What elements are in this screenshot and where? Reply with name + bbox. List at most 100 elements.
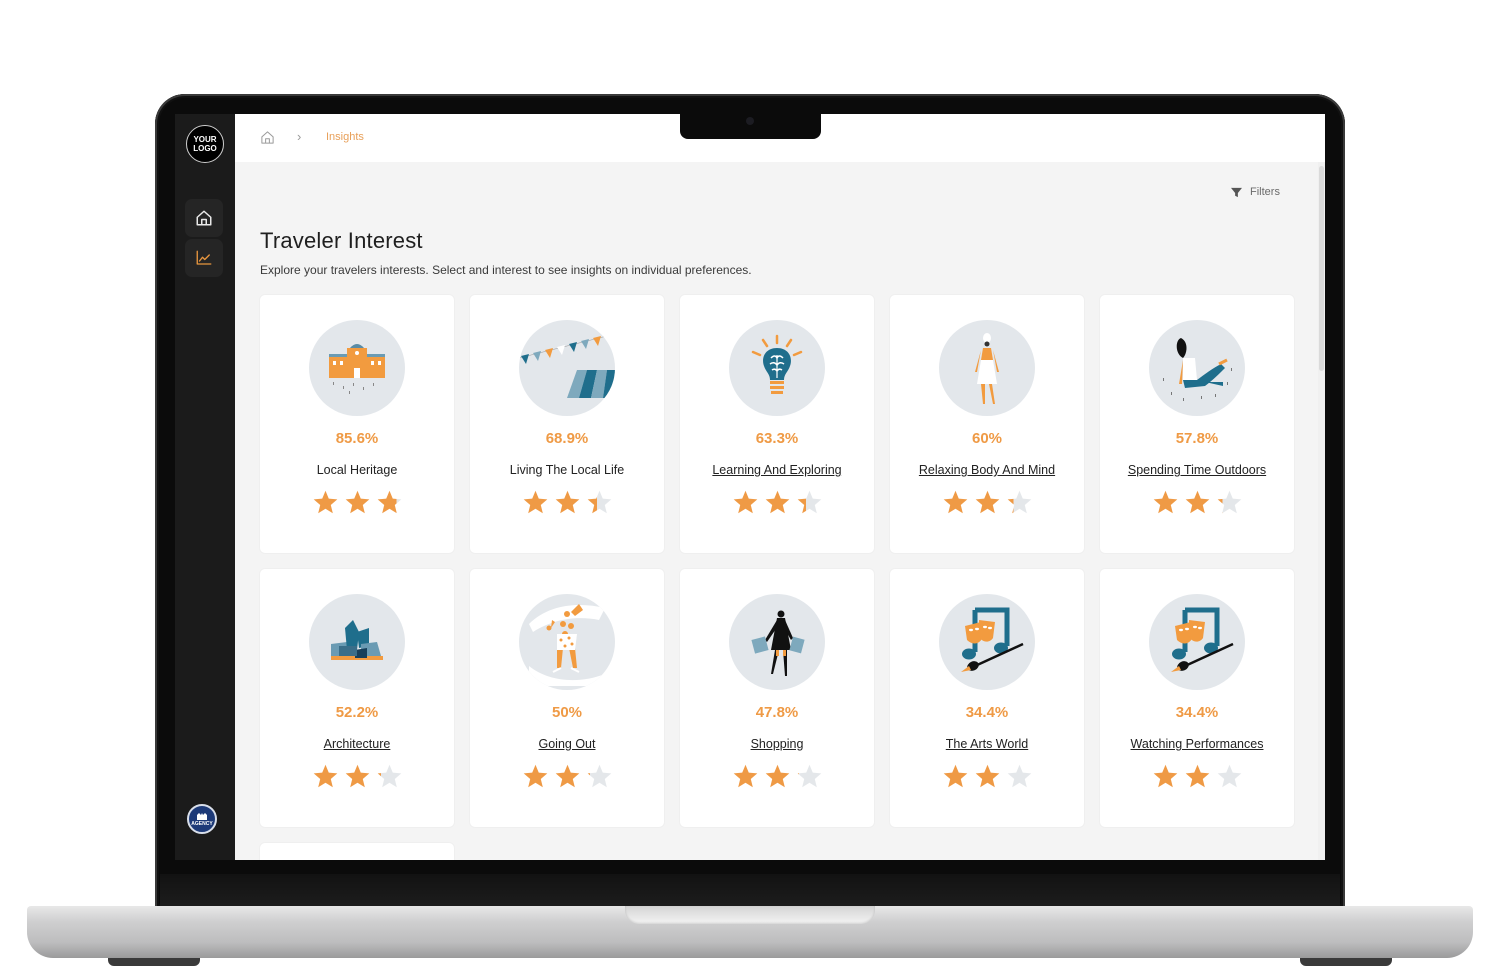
star-icon (523, 490, 547, 514)
arts-masks-music-icon (939, 594, 1035, 690)
interest-card[interactable]: 34.4% The Arts World (890, 569, 1084, 827)
star-icon (1185, 490, 1209, 514)
star-icon (555, 764, 579, 788)
star-icon (797, 764, 821, 788)
market-bunting-icon (519, 320, 615, 416)
funnel-icon (1231, 187, 1242, 197)
star-icon (1007, 764, 1031, 788)
home-icon (261, 131, 274, 144)
interest-card[interactable]: 34.4% Watching Performances (1100, 569, 1294, 827)
interest-label[interactable]: Shopping (707, 735, 847, 753)
interest-label: Living The Local Life (509, 463, 625, 477)
breadcrumb-current[interactable]: Insights (326, 131, 364, 143)
star-rating (732, 489, 823, 516)
interest-label[interactable]: Relaxing Body And Mind (917, 461, 1057, 479)
star-icon (523, 764, 547, 788)
star-rating (312, 489, 403, 516)
scrollbar-thumb[interactable] (1319, 166, 1324, 371)
star-icon (943, 490, 967, 514)
star-icon (377, 490, 401, 514)
filters-label: Filters (1250, 186, 1280, 198)
interest-percent: 60% (971, 430, 1003, 447)
dancing-party-icon (519, 594, 615, 690)
camera-notch (680, 112, 821, 139)
logo-text-line2: LOGO (193, 144, 217, 153)
star-icon (733, 490, 757, 514)
star-icon (1007, 490, 1031, 514)
sidebar: YOUR LOGO AGENCY (175, 114, 235, 860)
logo[interactable]: YOUR LOGO (186, 125, 224, 163)
spa-woman-icon (939, 320, 1035, 416)
star-icon (975, 490, 999, 514)
interest-label[interactable]: Learning And Exploring (707, 461, 847, 479)
interest-grid: 85.6% Local Heritage 68.9% Living The Local… (260, 295, 1300, 860)
star-icon (555, 490, 579, 514)
interest-card[interactable]: 85.6% Local Heritage (260, 295, 454, 553)
star-icon (587, 490, 611, 514)
sidebar-item-home[interactable] (185, 199, 223, 237)
camera-icon (746, 117, 754, 125)
star-icon (587, 764, 611, 788)
laptop-foot-right (1300, 958, 1392, 966)
star-icon (733, 764, 757, 788)
star-rating (522, 763, 613, 790)
chart-line-icon (196, 250, 212, 265)
star-icon (345, 490, 369, 514)
star-rating (312, 763, 403, 790)
interest-label[interactable]: Watching Performances (1127, 735, 1267, 753)
interest-card[interactable]: 50% Going Out (470, 569, 664, 827)
interest-card[interactable]: 52.2% Architecture (260, 569, 454, 827)
brain-lightbulb-icon (729, 320, 825, 416)
heritage-building-icon (309, 320, 405, 416)
laptop-foot-left (108, 958, 200, 966)
interest-percent: 85.6% (335, 430, 379, 447)
star-icon (345, 764, 369, 788)
star-icon (797, 490, 821, 514)
logo-text-line1: YOUR (193, 135, 217, 144)
app-screen: YOUR LOGO AGENCY › Insights Filters Trav… (175, 114, 1325, 860)
interest-percent: 57.8% (1175, 430, 1219, 447)
interest-card[interactable] (260, 843, 454, 860)
interest-card[interactable]: 63.3% Learning And Exploring (680, 295, 874, 553)
star-rating (522, 489, 613, 516)
star-icon (1153, 764, 1177, 788)
outdoors-woman-icon (1149, 320, 1245, 416)
interest-percent: 47.8% (755, 704, 799, 721)
star-icon (765, 490, 789, 514)
star-icon (1185, 764, 1209, 788)
interest-label[interactable]: Spending Time Outdoors (1127, 461, 1267, 479)
interest-percent: 34.4% (1175, 704, 1219, 721)
star-rating (1152, 489, 1243, 516)
interest-percent: 52.2% (335, 704, 379, 721)
interest-label[interactable]: Architecture (287, 735, 427, 753)
chevron-right-icon: › (297, 129, 302, 144)
organization-badge-text: AGENCY (191, 820, 213, 827)
interest-card[interactable]: 57.8% Spending Time Outdoors (1100, 295, 1294, 553)
organization-badge[interactable]: AGENCY (187, 804, 217, 834)
shopping-bags-icon (729, 594, 825, 690)
laptop-chin (160, 874, 1340, 908)
breadcrumb-home[interactable] (260, 130, 275, 150)
interest-card[interactable]: 60% Relaxing Body And Mind (890, 295, 1084, 553)
star-rating (942, 489, 1033, 516)
star-icon (1217, 490, 1241, 514)
interest-label[interactable]: The Arts World (917, 735, 1057, 753)
interest-label: Local Heritage (316, 463, 398, 477)
interest-card[interactable]: 68.9% Living The Local Life (470, 295, 664, 553)
interest-card[interactable]: 47.8% Shopping (680, 569, 874, 827)
star-icon (313, 764, 337, 788)
home-icon (196, 210, 212, 226)
laptop-base-notch (625, 906, 875, 924)
filters-button[interactable]: Filters (1231, 186, 1280, 198)
interest-percent: 68.9% (545, 430, 589, 447)
interest-label[interactable]: Going Out (497, 735, 637, 753)
sidebar-item-insights[interactable] (185, 239, 223, 277)
interest-percent: 50% (551, 704, 583, 721)
star-icon (943, 764, 967, 788)
star-icon (765, 764, 789, 788)
page-subtitle: Explore your travelers interests. Select… (260, 263, 752, 277)
star-icon (975, 764, 999, 788)
star-rating (732, 763, 823, 790)
star-rating (942, 763, 1033, 790)
star-icon (1153, 490, 1177, 514)
